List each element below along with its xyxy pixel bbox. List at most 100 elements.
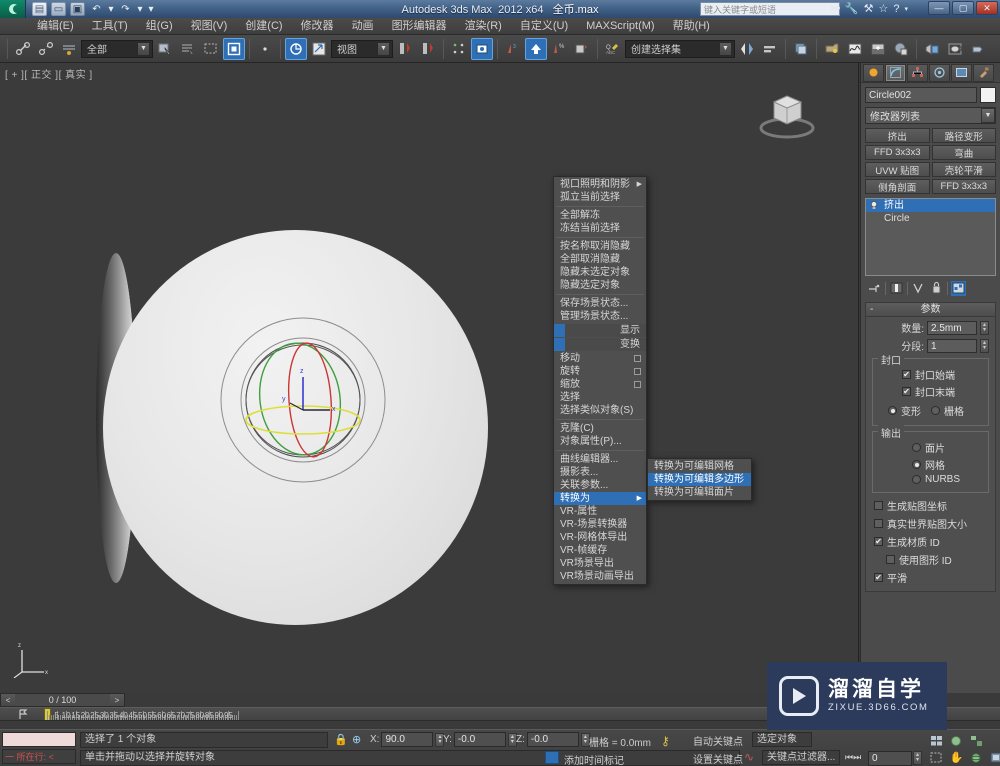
curve-editor-icon[interactable] [821,38,843,60]
search-input[interactable]: 键入关键字或短语 [700,2,840,16]
y-field[interactable]: -0.0 [453,732,506,747]
schematic-view-icon[interactable] [844,38,866,60]
checkbox-icon[interactable] [874,501,883,510]
modifier-list-dropdown[interactable]: 修改器列表 ▼ [865,107,996,124]
menu-item-scale[interactable]: 缩放 [554,378,646,391]
align-tool-icon[interactable] [759,38,781,60]
smooth-checkbox[interactable]: 平滑 [874,570,987,585]
menu-item-object-properties[interactable]: 对象属性(P)... [554,435,646,448]
key-filters-button[interactable]: 关键点过滤器... [762,750,840,765]
menu-item-edit[interactable]: 编辑(E) [28,18,83,35]
menu-item-maxscript[interactable]: MAXScript(M) [577,18,663,35]
app-logo-icon[interactable] [0,0,26,18]
view-cube[interactable] [756,88,818,144]
auto-key-button[interactable]: 自动关键点 [693,733,743,748]
menu-item-clone[interactable]: 克隆(C) [554,422,646,435]
align-icon[interactable] [525,37,547,60]
x-field[interactable]: 90.0 [381,732,434,747]
save-icon[interactable]: ▣ [70,2,85,16]
reference-coord-combo[interactable]: 视图 ▼ [331,39,393,58]
chevron-down-icon[interactable]: ▼ [981,108,995,123]
menu-item-wire-parameters[interactable]: 关联参数... [554,479,646,492]
use-shape-id-checkbox[interactable]: 使用图形 ID [874,552,987,567]
settings-box-icon[interactable] [634,355,641,362]
menu-item-rendering[interactable]: 渲染(R) [456,18,511,35]
zoom-all-icon[interactable] [948,733,965,748]
menu-item-modifiers[interactable]: 修改器 [292,18,343,35]
menu-item-curve-editor[interactable]: 曲线编辑器... [554,453,646,466]
object-name-field[interactable]: Circle002 [865,87,977,103]
amount-field[interactable]: 2.5mm [927,320,977,335]
maximize-button[interactable]: ▢ [952,1,974,15]
chevron-down-icon[interactable]: ▼ [377,41,390,56]
menu-item-move[interactable]: 移动 [554,352,646,365]
modifier-button-smooth[interactable]: 壳轮平滑 [931,162,996,177]
menu-item-viewport-lighting[interactable]: 视口照明和阴影 ▶ [554,178,646,191]
set-key-button[interactable]: 设置关键点 [693,751,743,766]
modifier-button-bevel-profile[interactable]: 侧角剖面 [865,179,930,194]
hierarchy-tab[interactable] [907,63,928,82]
collapse-icon[interactable]: - [870,303,873,317]
menu-item-freeze-selection[interactable]: 冻结当前选择 [554,222,646,235]
stack-item-extrude[interactable]: 挤出 [866,199,995,212]
menu-item-help[interactable]: 帮助(H) [664,18,719,35]
menu-item-unhide-all[interactable]: 全部取消隐藏 [554,253,646,266]
submenu-item-editable-patch[interactable]: 转换为可编辑面片 [648,486,751,499]
checkbox-icon[interactable] [874,519,883,528]
favorites-icon[interactable]: ☆ [878,2,888,15]
modifier-stack[interactable]: 挤出 Circle [865,198,996,276]
morph-radio[interactable]: 变形 [888,403,921,418]
new-icon[interactable]: ▤ [32,2,47,16]
mirror-tool-icon[interactable] [736,38,758,60]
grid-radio[interactable]: 栅格 [931,403,964,418]
radio-icon[interactable] [912,460,921,469]
window-crossing-icon[interactable] [223,37,245,60]
menu-item-create[interactable]: 创建(C) [236,18,291,35]
menu-item-views[interactable]: 视图(V) [182,18,237,35]
angle-snap-icon[interactable] [471,37,493,60]
menu-item-vray-mesh-export[interactable]: VR-网格体导出 [554,531,646,544]
modifier-button-uvw-map[interactable]: UVW 贴图 [865,162,930,177]
output-mesh-radio[interactable]: 网格 [878,457,983,472]
redo-dropdown-icon[interactable]: ▾ [137,2,143,16]
select-by-name-icon[interactable] [177,38,199,60]
output-nurbs-radio[interactable]: NURBS [878,474,983,485]
menu-item-vray-scene-converter[interactable]: VR-场景转换器 [554,518,646,531]
zoom-icon[interactable] [928,733,945,748]
submenu-item-editable-mesh[interactable]: 转换为可编辑网格 [648,460,751,473]
radio-icon[interactable] [912,443,921,452]
mirror-icon[interactable]: 3 [502,38,524,60]
selection-filter-combo[interactable]: 全部 ▼ [81,39,153,58]
menu-item-customize[interactable]: 自定义(U) [511,18,577,35]
subscription-icon[interactable]: ⚒ [864,2,874,15]
current-frame-indicator[interactable]: < 0 / 100 > [0,693,125,707]
radio-icon[interactable] [912,475,921,484]
undo-dropdown-icon[interactable]: ▾ [108,2,114,16]
quad-label-display[interactable]: 显示 [554,324,646,337]
configure-sets-icon[interactable] [951,280,966,296]
array-icon[interactable]: % [548,38,570,60]
rendered-frame-icon[interactable] [921,38,943,60]
zoom-region-icon[interactable] [928,750,945,765]
search-icon[interactable]: ⚯ [831,2,840,15]
cap-end-checkbox[interactable]: 封口末端 [878,384,983,399]
frame-spinner[interactable]: ▴ ▾ [913,751,922,765]
segments-spinner[interactable]: ▴ ▾ [980,338,989,353]
open-icon[interactable]: ▭ [51,2,66,16]
menu-item-save-scene-state[interactable]: 保存场景状态... [554,297,646,310]
convert-to-submenu[interactable]: 转换为可编辑网格 转换为可编辑多边形 转换为可编辑面片 [647,458,752,501]
zoom-extents-icon[interactable] [968,733,985,748]
selection-set-field[interactable]: 选定对象 [752,732,812,747]
help-icon[interactable]: ? [893,3,899,15]
next-frame-button[interactable]: > [110,694,124,706]
gen-material-id-checkbox[interactable]: 生成材质 ID [874,534,987,549]
show-end-result-icon[interactable] [889,281,904,296]
checkbox-icon[interactable] [902,370,911,379]
menu-item-hide-unselected[interactable]: 隐藏未选定对象 [554,266,646,279]
menu-item-vray-scene-export[interactable]: VR场景导出 [554,557,646,570]
minimize-button[interactable]: — [928,1,950,15]
redo-icon[interactable]: ↷ [118,2,133,16]
help-dropdown-icon[interactable]: ▾ [904,5,908,13]
cap-start-checkbox[interactable]: 封口始端 [878,367,983,382]
checkbox-icon[interactable] [902,387,911,396]
